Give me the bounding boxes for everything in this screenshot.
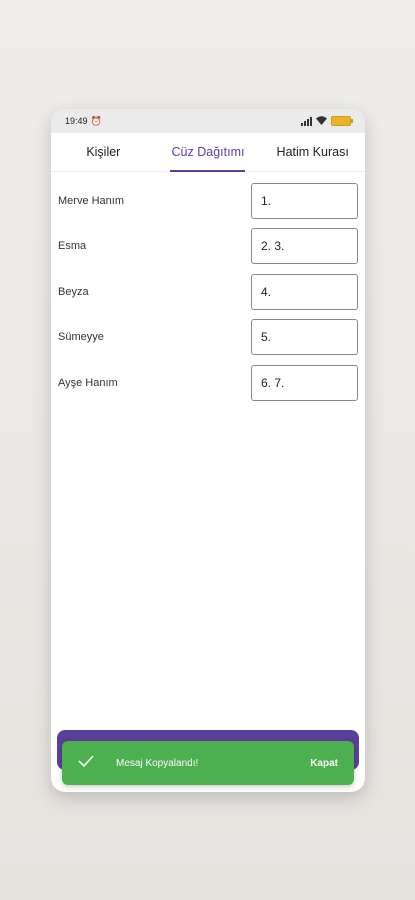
snackbar-close-button[interactable]: Kapat bbox=[310, 758, 338, 769]
tab-hatim-kurasi[interactable]: Hatim Kurası bbox=[260, 133, 365, 171]
snackbar: Mesaj Kopyalandı! Kapat bbox=[62, 741, 354, 785]
phone-frame: 19:49 ⏰ Kişiler Cüz Dağıtımı Hatim Kuras… bbox=[51, 109, 365, 792]
juz-field[interactable]: 2. 3. bbox=[251, 228, 358, 264]
status-time: 19:49 bbox=[65, 116, 88, 126]
list-item: Beyza 4. bbox=[51, 272, 365, 311]
active-tab-indicator bbox=[170, 170, 245, 172]
list-item: Sümeyye 5. bbox=[51, 318, 365, 357]
juz-field[interactable]: 5. bbox=[251, 319, 358, 355]
list-item: Ayşe Hanım 6. 7. bbox=[51, 363, 365, 402]
status-bar: 19:49 ⏰ bbox=[51, 109, 365, 133]
person-name: Esma bbox=[58, 240, 87, 252]
battery-icon bbox=[331, 116, 353, 126]
tab-cuz-dagitimi[interactable]: Cüz Dağıtımı bbox=[156, 133, 261, 171]
person-name: Merve Hanım bbox=[58, 194, 125, 207]
list-item: Merve Hanım 1. bbox=[51, 181, 365, 220]
tab-kisiler[interactable]: Kişiler bbox=[51, 133, 156, 171]
juz-field[interactable]: 1. bbox=[251, 182, 358, 219]
tab-bar: Kişiler Cüz Dağıtımı Hatim Kurası bbox=[51, 133, 365, 172]
check-icon bbox=[78, 754, 108, 772]
wifi-icon bbox=[316, 115, 327, 127]
juz-field[interactable]: 6. 7. bbox=[251, 364, 358, 401]
snackbar-message: Mesaj Kopyalandı! bbox=[116, 757, 199, 769]
juz-field[interactable]: 4. bbox=[251, 273, 358, 310]
person-name: Ayşe Hanım bbox=[58, 376, 118, 389]
alarm-clock-icon: ⏰ bbox=[90, 115, 102, 126]
person-name: Beyza bbox=[58, 285, 89, 298]
cellular-signal-icon bbox=[301, 116, 312, 126]
person-name: Sümeyye bbox=[58, 331, 104, 343]
list-item: Esma 2. 3. bbox=[51, 227, 365, 266]
distribution-list: Merve Hanım 1. Esma 2. 3. Beyza 4. Sümey… bbox=[51, 172, 365, 402]
